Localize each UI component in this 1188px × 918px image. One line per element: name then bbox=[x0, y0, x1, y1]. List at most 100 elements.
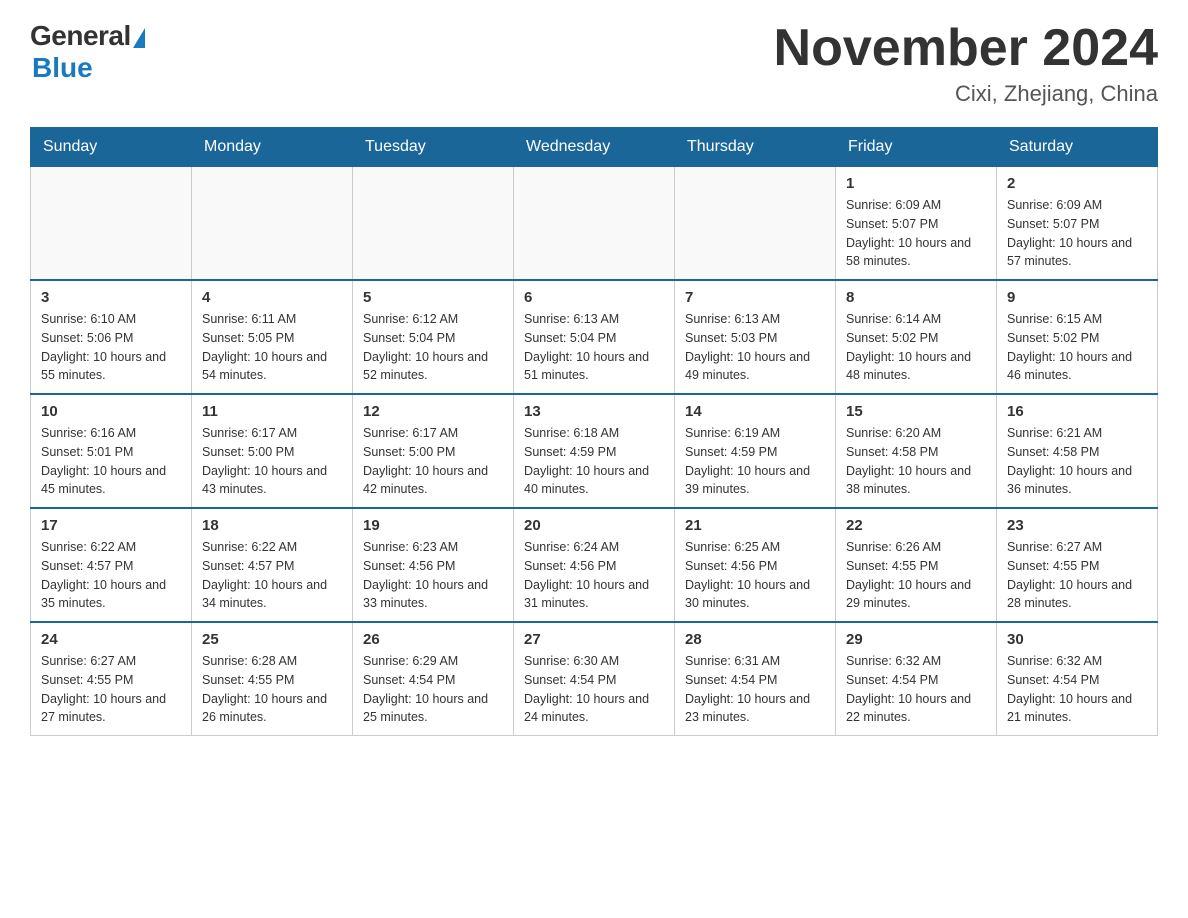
logo-general-text: General bbox=[30, 20, 131, 52]
day-info: Sunrise: 6:31 AMSunset: 4:54 PMDaylight:… bbox=[685, 652, 825, 727]
day-info: Sunrise: 6:22 AMSunset: 4:57 PMDaylight:… bbox=[202, 538, 342, 613]
day-number: 24 bbox=[41, 631, 181, 648]
day-info: Sunrise: 6:15 AMSunset: 5:02 PMDaylight:… bbox=[1007, 310, 1147, 385]
day-number: 2 bbox=[1007, 175, 1147, 192]
day-info: Sunrise: 6:09 AMSunset: 5:07 PMDaylight:… bbox=[1007, 196, 1147, 271]
day-number: 15 bbox=[846, 403, 986, 420]
day-info: Sunrise: 6:32 AMSunset: 4:54 PMDaylight:… bbox=[1007, 652, 1147, 727]
calendar-table: SundayMondayTuesdayWednesdayThursdayFrid… bbox=[30, 127, 1158, 736]
day-number: 4 bbox=[202, 289, 342, 306]
logo-blue-text: Blue bbox=[32, 52, 93, 84]
weekday-header-tuesday: Tuesday bbox=[353, 128, 514, 167]
weekday-header-sunday: Sunday bbox=[31, 128, 192, 167]
day-number: 10 bbox=[41, 403, 181, 420]
calendar-cell: 15 Sunrise: 6:20 AMSunset: 4:58 PMDayligh… bbox=[836, 394, 997, 508]
calendar-cell bbox=[353, 167, 514, 281]
calendar-cell: 21 Sunrise: 6:25 AMSunset: 4:56 PMDayligh… bbox=[675, 508, 836, 622]
calendar-cell: 20Sunrise: 6:24 AMSunset: 4:56 PMDayligh… bbox=[514, 508, 675, 622]
calendar-cell: 14Sunrise: 6:19 AMSunset: 4:59 PMDayligh… bbox=[675, 394, 836, 508]
calendar-cell: 16 Sunrise: 6:21 AMSunset: 4:58 PMDayligh… bbox=[997, 394, 1158, 508]
calendar-cell: 13Sunrise: 6:18 AMSunset: 4:59 PMDayligh… bbox=[514, 394, 675, 508]
calendar-title: November 2024 bbox=[774, 20, 1158, 77]
calendar-cell: 3 Sunrise: 6:10 AMSunset: 5:06 PMDaylight… bbox=[31, 280, 192, 394]
calendar-subtitle: Cixi, Zhejiang, China bbox=[774, 81, 1158, 107]
calendar-cell bbox=[31, 167, 192, 281]
day-info: Sunrise: 6:25 AMSunset: 4:56 PMDaylight:… bbox=[685, 538, 825, 613]
calendar-cell: 17Sunrise: 6:22 AMSunset: 4:57 PMDayligh… bbox=[31, 508, 192, 622]
title-area: November 2024 Cixi, Zhejiang, China bbox=[774, 20, 1158, 107]
calendar-cell: 27Sunrise: 6:30 AMSunset: 4:54 PMDayligh… bbox=[514, 622, 675, 736]
day-number: 12 bbox=[363, 403, 503, 420]
calendar-cell: 6Sunrise: 6:13 AMSunset: 5:04 PMDaylight… bbox=[514, 280, 675, 394]
calendar-cell: 30 Sunrise: 6:32 AMSunset: 4:54 PMDayligh… bbox=[997, 622, 1158, 736]
calendar-body: 1 Sunrise: 6:09 AMSunset: 5:07 PMDaylight… bbox=[31, 167, 1158, 736]
day-number: 20 bbox=[524, 517, 664, 534]
calendar-week-row: 24 Sunrise: 6:27 AMSunset: 4:55 PMDayligh… bbox=[31, 622, 1158, 736]
calendar-cell: 4Sunrise: 6:11 AMSunset: 5:05 PMDaylight… bbox=[192, 280, 353, 394]
weekday-header-saturday: Saturday bbox=[997, 128, 1158, 167]
day-info: Sunrise: 6:16 AMSunset: 5:01 PMDaylight:… bbox=[41, 424, 181, 499]
calendar-cell: 9 Sunrise: 6:15 AMSunset: 5:02 PMDaylight… bbox=[997, 280, 1158, 394]
day-number: 7 bbox=[685, 289, 825, 306]
calendar-cell bbox=[675, 167, 836, 281]
day-number: 6 bbox=[524, 289, 664, 306]
calendar-cell: 24 Sunrise: 6:27 AMSunset: 4:55 PMDayligh… bbox=[31, 622, 192, 736]
day-info: Sunrise: 6:17 AMSunset: 5:00 PMDaylight:… bbox=[363, 424, 503, 499]
day-number: 30 bbox=[1007, 631, 1147, 648]
day-number: 5 bbox=[363, 289, 503, 306]
calendar-cell: 23Sunrise: 6:27 AMSunset: 4:55 PMDayligh… bbox=[997, 508, 1158, 622]
calendar-cell: 26Sunrise: 6:29 AMSunset: 4:54 PMDayligh… bbox=[353, 622, 514, 736]
day-number: 25 bbox=[202, 631, 342, 648]
page-header: General Blue November 2024 Cixi, Zhejian… bbox=[30, 20, 1158, 107]
day-number: 21 bbox=[685, 517, 825, 534]
day-info: Sunrise: 6:10 AMSunset: 5:06 PMDaylight:… bbox=[41, 310, 181, 385]
day-info: Sunrise: 6:17 AMSunset: 5:00 PMDaylight:… bbox=[202, 424, 342, 499]
day-info: Sunrise: 6:26 AMSunset: 4:55 PMDaylight:… bbox=[846, 538, 986, 613]
calendar-cell: 8Sunrise: 6:14 AMSunset: 5:02 PMDaylight… bbox=[836, 280, 997, 394]
weekday-header-monday: Monday bbox=[192, 128, 353, 167]
calendar-cell: 11 Sunrise: 6:17 AMSunset: 5:00 PMDayligh… bbox=[192, 394, 353, 508]
calendar-cell: 25Sunrise: 6:28 AMSunset: 4:55 PMDayligh… bbox=[192, 622, 353, 736]
day-number: 1 bbox=[846, 175, 986, 192]
day-number: 17 bbox=[41, 517, 181, 534]
calendar-header: SundayMondayTuesdayWednesdayThursdayFrid… bbox=[31, 128, 1158, 167]
day-info: Sunrise: 6:27 AMSunset: 4:55 PMDaylight:… bbox=[1007, 538, 1147, 613]
day-number: 8 bbox=[846, 289, 986, 306]
calendar-week-row: 10 Sunrise: 6:16 AMSunset: 5:01 PMDayligh… bbox=[31, 394, 1158, 508]
day-info: Sunrise: 6:18 AMSunset: 4:59 PMDaylight:… bbox=[524, 424, 664, 499]
day-info: Sunrise: 6:21 AMSunset: 4:58 PMDaylight:… bbox=[1007, 424, 1147, 499]
calendar-cell: 22Sunrise: 6:26 AMSunset: 4:55 PMDayligh… bbox=[836, 508, 997, 622]
calendar-cell bbox=[514, 167, 675, 281]
calendar-week-row: 3 Sunrise: 6:10 AMSunset: 5:06 PMDaylight… bbox=[31, 280, 1158, 394]
weekday-header-row: SundayMondayTuesdayWednesdayThursdayFrid… bbox=[31, 128, 1158, 167]
day-info: Sunrise: 6:27 AMSunset: 4:55 PMDaylight:… bbox=[41, 652, 181, 727]
day-info: Sunrise: 6:32 AMSunset: 4:54 PMDaylight:… bbox=[846, 652, 986, 727]
day-number: 14 bbox=[685, 403, 825, 420]
logo: General Blue bbox=[30, 20, 145, 84]
logo-triangle-icon bbox=[133, 28, 145, 48]
day-number: 16 bbox=[1007, 403, 1147, 420]
day-info: Sunrise: 6:23 AMSunset: 4:56 PMDaylight:… bbox=[363, 538, 503, 613]
day-number: 11 bbox=[202, 403, 342, 420]
calendar-cell: 18 Sunrise: 6:22 AMSunset: 4:57 PMDayligh… bbox=[192, 508, 353, 622]
day-info: Sunrise: 6:12 AMSunset: 5:04 PMDaylight:… bbox=[363, 310, 503, 385]
weekday-header-wednesday: Wednesday bbox=[514, 128, 675, 167]
weekday-header-friday: Friday bbox=[836, 128, 997, 167]
day-info: Sunrise: 6:30 AMSunset: 4:54 PMDaylight:… bbox=[524, 652, 664, 727]
calendar-cell: 28Sunrise: 6:31 AMSunset: 4:54 PMDayligh… bbox=[675, 622, 836, 736]
calendar-cell: 10 Sunrise: 6:16 AMSunset: 5:01 PMDayligh… bbox=[31, 394, 192, 508]
calendar-week-row: 17 Sunrise: 6:22 AMSunset: 4:57 PMDayligh… bbox=[31, 508, 1158, 622]
day-number: 9 bbox=[1007, 289, 1147, 306]
weekday-header-thursday: Thursday bbox=[675, 128, 836, 167]
day-number: 29 bbox=[846, 631, 986, 648]
calendar-cell: 1Sunrise: 6:09 AMSunset: 5:07 PMDaylight… bbox=[836, 167, 997, 281]
day-info: Sunrise: 6:13 AMSunset: 5:03 PMDaylight:… bbox=[685, 310, 825, 385]
calendar-cell: 12 Sunrise: 6:17 AMSunset: 5:00 PMDayligh… bbox=[353, 394, 514, 508]
calendar-week-row: 1 Sunrise: 6:09 AMSunset: 5:07 PMDaylight… bbox=[31, 167, 1158, 281]
day-info: Sunrise: 6:20 AMSunset: 4:58 PMDaylight:… bbox=[846, 424, 986, 499]
calendar-cell bbox=[192, 167, 353, 281]
day-number: 3 bbox=[41, 289, 181, 306]
calendar-cell: 5 Sunrise: 6:12 AMSunset: 5:04 PMDaylight… bbox=[353, 280, 514, 394]
day-number: 18 bbox=[202, 517, 342, 534]
calendar-cell: 2 Sunrise: 6:09 AMSunset: 5:07 PMDaylight… bbox=[997, 167, 1158, 281]
